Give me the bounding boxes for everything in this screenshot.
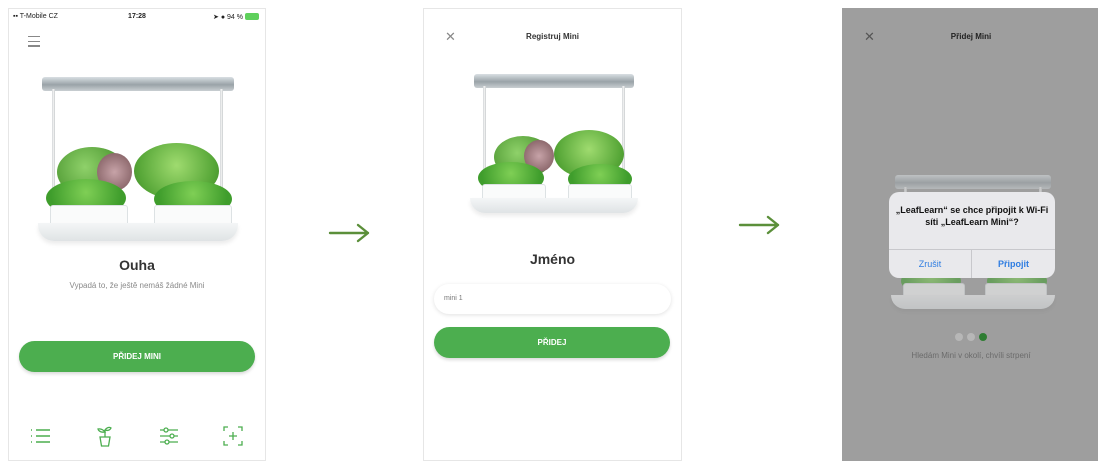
header-title: Přidej Mini: [950, 32, 992, 41]
header-title: Registruj Mini: [526, 32, 579, 41]
empty-state-subtitle: Vypadá to, že ještě nemáš žádné Mini: [69, 281, 205, 290]
tab-bar: [9, 424, 265, 454]
status-bar: ▪▪ T-Mobile CZ 17:28 ➤ ● 94 %: [9, 13, 265, 25]
name-input[interactable]: mini 1: [434, 284, 671, 314]
alert-message: „LeafLearn“ se chce připojit k Wi-Fi sít…: [895, 205, 1049, 227]
plant-icon[interactable]: [93, 424, 117, 448]
hamburger-menu-icon[interactable]: [28, 36, 40, 50]
progress-dot-active: [979, 333, 987, 341]
wifi-permission-alert: „LeafLearn“ se chce připojit k Wi-Fi sít…: [889, 192, 1055, 278]
screen-no-mini: ▪▪ T-Mobile CZ 17:28 ➤ ● 94 % Ouha Vypad…: [8, 8, 266, 461]
progress-dot: [955, 333, 963, 341]
flow-arrow-icon: [738, 215, 780, 235]
scan-add-icon[interactable]: [221, 424, 245, 448]
settings-sliders-icon[interactable]: [157, 424, 181, 448]
planter-illustration: [38, 77, 238, 247]
add-button[interactable]: PŘIDEJ: [434, 327, 670, 358]
searching-status-text: Hledám Mini v okolí, chvíli strpení: [911, 351, 1031, 360]
flow-arrow-icon: [328, 223, 370, 243]
empty-state-title: Ouha: [119, 257, 155, 273]
progress-dot: [967, 333, 975, 341]
alert-buttons: Zrušit Připojit: [889, 249, 1055, 278]
connect-button[interactable]: Připojit: [972, 250, 1055, 278]
name-heading: Jméno: [529, 251, 576, 267]
list-icon[interactable]: [29, 424, 53, 448]
cancel-button[interactable]: Zrušit: [889, 250, 972, 278]
progress-dots: [843, 328, 1098, 346]
add-mini-button[interactable]: PŘIDEJ MINI: [19, 341, 255, 372]
screen-add-mini-wifi: ✕ Přidej Mini „LeafLearn“ se chce připoj…: [842, 8, 1098, 461]
battery-indicator: ➤ ● 94 %: [213, 13, 259, 21]
screen-register-mini: ✕ Registruj Mini Jméno mini 1 PŘIDEJ: [423, 8, 682, 461]
planter-illustration: [470, 74, 638, 224]
battery-icon: [245, 13, 259, 20]
